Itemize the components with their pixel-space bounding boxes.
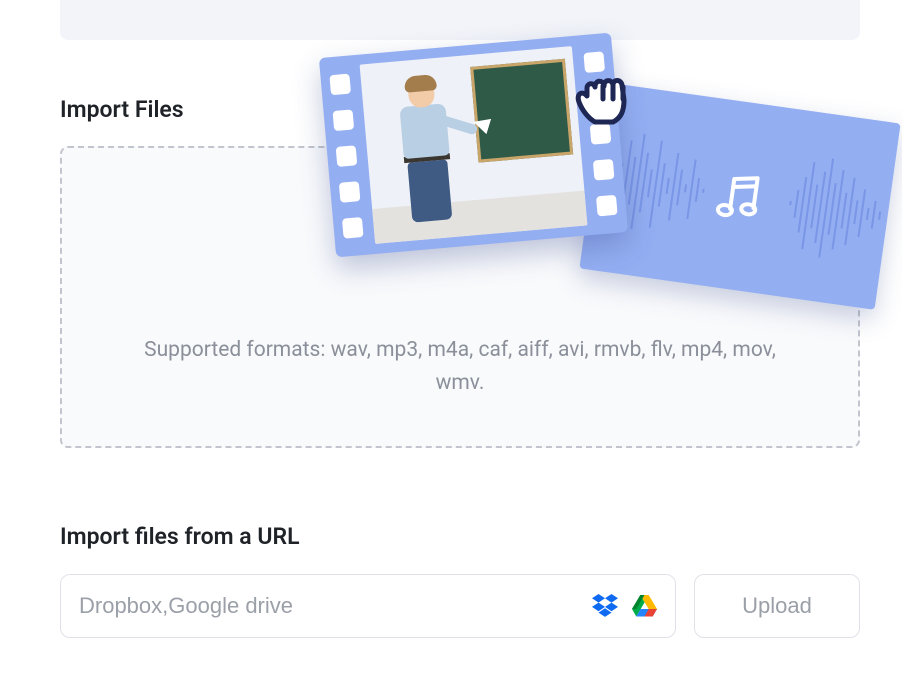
url-input[interactable]	[79, 593, 592, 619]
google-drive-icon	[632, 595, 657, 617]
import-url-title: Import files from a URL	[60, 523, 300, 550]
supported-formats-text: Supported formats: wav, mp3, m4a, caf, a…	[120, 334, 800, 401]
grab-cursor-icon	[573, 54, 649, 130]
url-import-row: Upload	[60, 574, 860, 638]
file-drop-zone[interactable]: Supported formats: wav, mp3, m4a, caf, a…	[60, 146, 860, 448]
url-input-container	[60, 574, 676, 638]
previous-section-card	[60, 0, 860, 40]
import-files-title: Import Files	[60, 96, 184, 123]
dropbox-icon	[592, 594, 618, 618]
provider-icons	[592, 594, 657, 618]
upload-button[interactable]: Upload	[694, 574, 860, 638]
